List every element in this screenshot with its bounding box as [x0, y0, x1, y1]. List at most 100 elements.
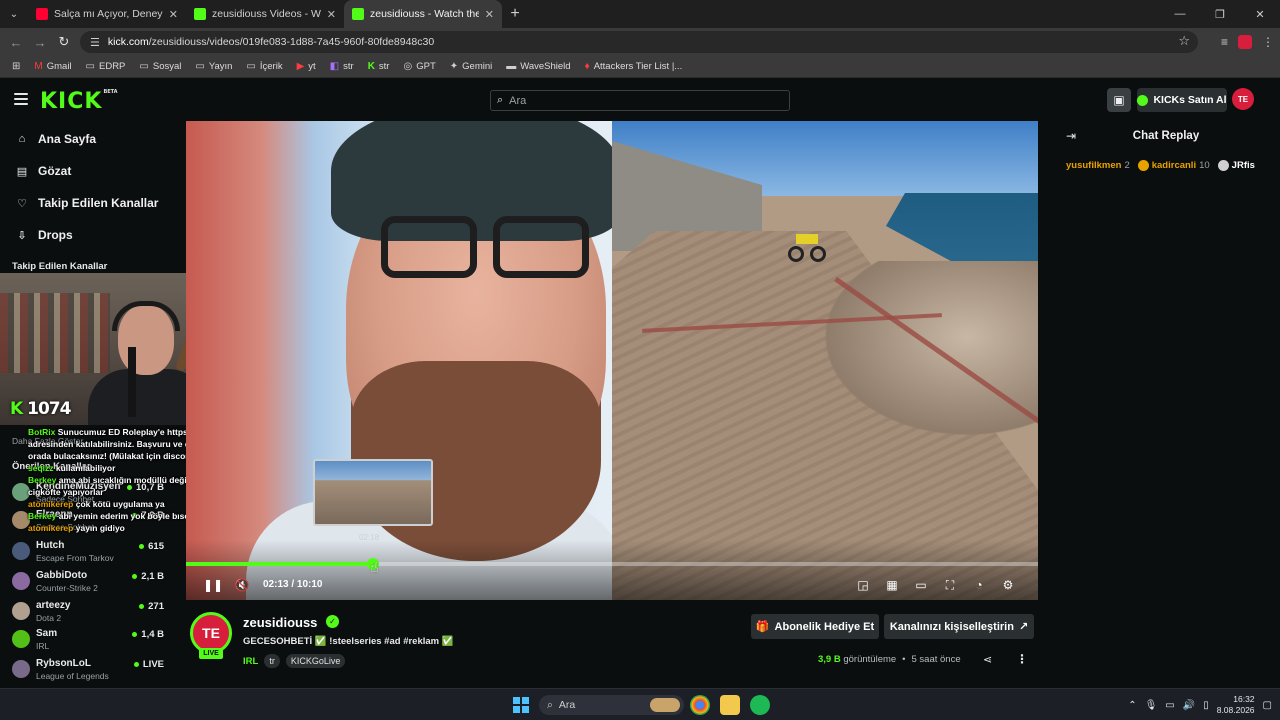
channel-item[interactable]: arteezy Dota 2 271 — [12, 599, 164, 627]
gift-subscription-button[interactable]: 🎁 Abonelik Hediye Et — [751, 614, 879, 639]
search-input[interactable] — [509, 94, 770, 107]
microphone-icon[interactable]: 🎙 — [1145, 700, 1158, 711]
back-icon[interactable]: ← — [4, 35, 28, 50]
bookmark-folder[interactable]: ▭ Sosyal — [133, 56, 187, 78]
customize-channel-button[interactable]: Kanalınızı kişiselleştirin ↗ — [884, 614, 1034, 639]
bookmark-star-icon[interactable]: ☆ — [1178, 33, 1190, 49]
notification-icon[interactable]: ▢ — [1263, 700, 1272, 711]
tag-pill[interactable]: KICKGoLive — [285, 654, 346, 668]
pause-icon[interactable]: ❚❚ — [203, 576, 223, 594]
channel-item[interactable]: RybsonLoL League of Legends LIVE — [12, 657, 164, 685]
forward-icon[interactable]: → — [28, 35, 52, 50]
browser-tab-active[interactable]: zeusidiouss - Watch the VOD on Kick ✕ — [344, 0, 502, 28]
close-tab-icon[interactable]: ✕ — [169, 8, 178, 21]
clock[interactable]: 16:32 8.08.2026 — [1217, 694, 1255, 716]
toolbar-right: ≡ ⋮ — [1221, 28, 1274, 56]
bookmark-attackers[interactable]: ♦ Attackers Tier List |... — [579, 56, 689, 78]
nav-following[interactable]: ♡ Takip Edilen Kanallar — [0, 187, 178, 219]
bookmark-gmail[interactable]: M Gmail — [28, 56, 77, 78]
browser-tab[interactable]: Salça mı Açıyor, Deney mi Yapıyor? ✕ — [28, 0, 186, 28]
bookmark-yt[interactable]: ▶ yt — [291, 56, 322, 78]
chrome-icon[interactable] — [690, 695, 710, 715]
user-avatar[interactable]: TE — [1232, 88, 1254, 110]
minimize-icon[interactable]: — — [1160, 0, 1200, 28]
close-window-icon[interactable]: ✕ — [1240, 0, 1280, 28]
avatar — [12, 630, 30, 648]
battery-icon[interactable]: ▯ — [1203, 700, 1209, 711]
folder-icon: ▭ — [139, 61, 149, 72]
mouse-cursor-icon: ☝ — [370, 559, 379, 575]
reload-icon[interactable]: ↻ — [52, 34, 76, 50]
external-link-icon: ↗ — [1018, 621, 1029, 633]
nav-drops[interactable]: ⇩ Drops — [0, 219, 178, 251]
theater-mode-icon[interactable]: ▭ — [914, 576, 928, 594]
extension-icon[interactable] — [1238, 35, 1252, 49]
tag-pill[interactable]: tr — [264, 654, 280, 668]
share-icon[interactable]: ⋖ — [983, 653, 992, 666]
speed-icon[interactable]: ◔ — [972, 576, 986, 594]
browser-tab[interactable]: zeusidiouss Videos - Watch Online ✕ — [186, 0, 344, 28]
chat-header: ⇥ Chat Replay — [1052, 123, 1280, 151]
search-box: ⌕ — [490, 90, 790, 111]
restore-icon[interactable]: ❐ — [1200, 0, 1240, 28]
site-info-icon[interactable]: ☰ — [90, 36, 100, 49]
gifter-item[interactable]: kadircanli 10 — [1137, 157, 1210, 173]
stream-title: GECESOHBETİ ✅ !steelseries #ad #reklam ✅ — [243, 636, 454, 647]
channel-item[interactable]: GabbiDoto Counter-Strike 2 2,1 B — [12, 569, 164, 597]
settings-gear-icon[interactable]: ⚙ — [1001, 576, 1015, 594]
search-icon: ⌕ — [547, 698, 553, 711]
tab-title: zeusidiouss Videos - Watch Online — [212, 8, 321, 20]
folder-icon: ▭ — [195, 61, 205, 72]
clip-icon[interactable]: ▦ — [885, 576, 899, 594]
menu-icon[interactable] — [14, 93, 28, 105]
channel-item[interactable]: Hutch Escape From Tarkov 615 — [12, 539, 164, 567]
network-icon[interactable]: ▭ — [1165, 700, 1174, 711]
gifter-item[interactable]: JRfis — [1217, 157, 1255, 173]
reading-list-icon[interactable]: ≡ — [1221, 35, 1228, 49]
channel-item[interactable]: Sam IRL 1,4 B — [12, 627, 164, 655]
seek-bar-progress — [186, 562, 374, 566]
kick-icon: K — [367, 61, 375, 72]
viewer-count: 615 — [139, 541, 164, 552]
mini-player-icon[interactable]: ◲ — [856, 576, 870, 594]
windows-start-icon[interactable] — [513, 697, 529, 713]
bookmark-folder[interactable]: ▭ Yayın — [189, 56, 238, 78]
bookmark-gpt[interactable]: ◎ GPT — [397, 56, 441, 78]
buy-kicks-button[interactable]: KICKs Satın Al — [1137, 88, 1227, 112]
url-field[interactable]: ☰ kick.com/zeusidiouss/videos/019fe083-1… — [80, 31, 1198, 53]
category-link[interactable]: IRL — [243, 656, 258, 667]
dashboard-icon: ▣ — [1113, 93, 1125, 107]
fullscreen-icon[interactable]: ⛶ — [943, 576, 957, 594]
bookmark-folder[interactable]: ▭ EDRP — [80, 56, 132, 78]
bookmark-str[interactable]: ◧ str — [324, 56, 360, 78]
gift-badge-icon — [1217, 159, 1229, 171]
bookmark-folder[interactable]: ▭ İçerik — [240, 56, 288, 78]
gifter-item[interactable]: yusufilkmen 2 — [1066, 157, 1130, 173]
close-tab-icon[interactable]: ✕ — [327, 8, 336, 21]
more-options-icon[interactable]: ⋮ — [1016, 652, 1028, 666]
nav-home[interactable]: ⌂ Ana Sayfa — [0, 123, 178, 155]
gift-icon: 🎁 — [755, 621, 770, 633]
bookmark-waveshield[interactable]: ▬ WaveShield — [500, 56, 576, 78]
kick-logo[interactable]: KICKBETA — [40, 89, 118, 114]
apps-icon[interactable]: ⊞ — [6, 56, 26, 78]
nav-browse[interactable]: ▤ Gözat — [0, 155, 178, 187]
dashboard-button[interactable]: ▣ — [1107, 88, 1131, 112]
close-tab-icon[interactable]: ✕ — [485, 8, 494, 21]
channel-name[interactable]: zeusidiouss — [243, 615, 317, 630]
heart-icon: ♡ — [17, 197, 27, 210]
mute-icon[interactable]: 🔇 — [235, 576, 250, 594]
tray-overflow-icon[interactable]: ⌃ — [1128, 700, 1136, 711]
bookmark-gemini[interactable]: ✦ Gemini — [444, 56, 498, 78]
spotify-icon[interactable] — [750, 695, 770, 715]
taskbar-search[interactable]: ⌕ Ara — [539, 695, 684, 715]
file-explorer-icon[interactable] — [720, 695, 740, 715]
volume-icon[interactable]: 🔊 — [1183, 700, 1195, 711]
video-player[interactable]: 02:18 ☝ ❚❚ 🔇 02:13 / 10:10 ◲ ▦ ▭ ⛶ ◔ ⚙ — [186, 121, 1038, 600]
new-tab-button[interactable]: + — [502, 5, 528, 23]
bookmark-str[interactable]: Kstr — [362, 56, 396, 78]
browser-menu-icon[interactable]: ⋮ — [1262, 35, 1274, 49]
tab-search-icon[interactable]: ⌄ — [0, 0, 28, 28]
seek-bar[interactable] — [186, 558, 1038, 570]
verified-icon: ✓ — [326, 615, 339, 628]
